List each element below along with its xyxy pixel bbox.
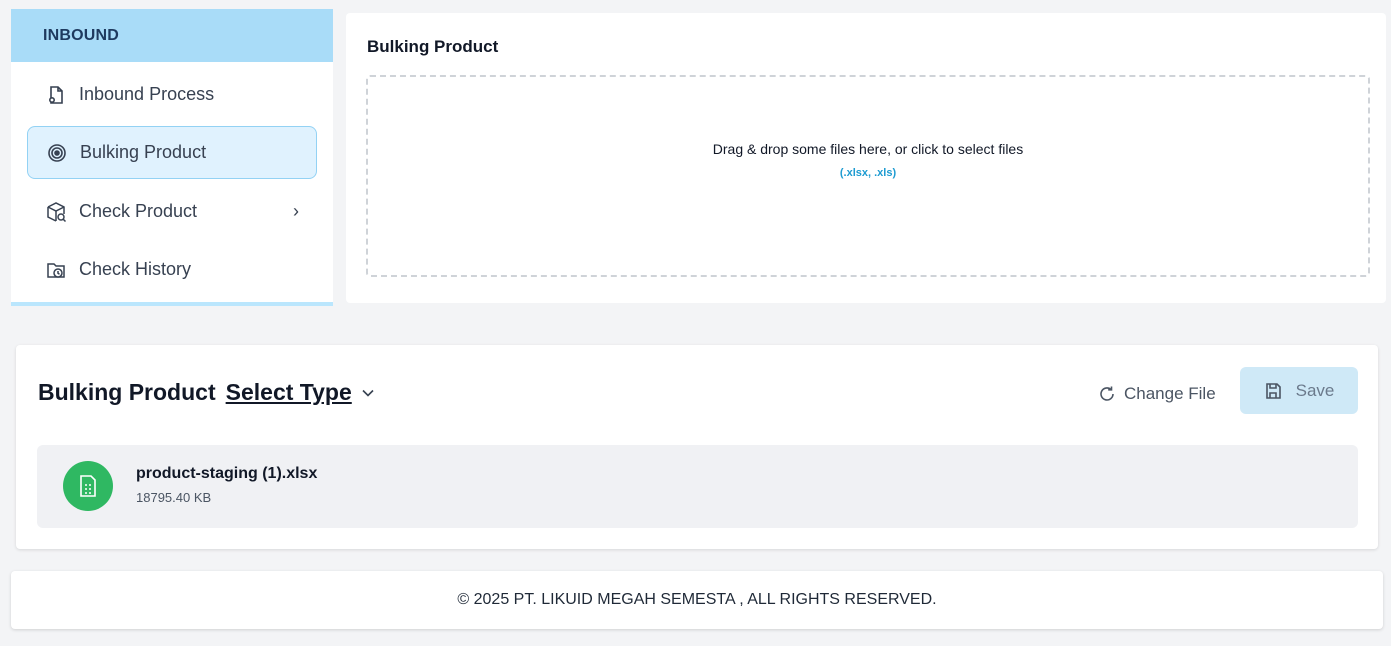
- sidebar-item-label: Check History: [79, 259, 192, 279]
- floppy-disk-icon: [1264, 382, 1282, 400]
- sidebar-item-check-history[interactable]: Check History: [27, 243, 317, 296]
- dropzone-instructions: Drag & drop some files here, or click to…: [712, 141, 1024, 157]
- refresh-icon: [1098, 385, 1116, 403]
- sidebar-header: INBOUND: [11, 9, 333, 62]
- save-button[interactable]: Save: [1240, 367, 1358, 414]
- footer: © 2025 PT. LIKUID MEGAH SEMESTA , ALL RI…: [11, 571, 1383, 629]
- chevron-down-icon: [362, 384, 374, 401]
- save-label: Save: [1295, 380, 1335, 400]
- file-panel: Bulking Product Select Type Change File: [16, 345, 1378, 549]
- upload-card: Bulking Product Drag & drop some files h…: [346, 13, 1386, 303]
- file-panel-title: Bulking Product Select Type: [38, 379, 374, 406]
- sidebar-item-check-product[interactable]: Check Product ›: [27, 185, 317, 238]
- sidebar-item-bulking-product[interactable]: Bulking Product: [27, 126, 317, 179]
- sidebar-item-label: Check Product: [79, 201, 198, 221]
- target-icon: [46, 142, 68, 164]
- chevron-right-icon: ›: [293, 201, 299, 221]
- file-dropzone[interactable]: Drag & drop some files here, or click to…: [366, 75, 1370, 277]
- sidebar-item-label: Inbound Process: [79, 84, 215, 104]
- change-file-button[interactable]: Change File: [1098, 379, 1216, 409]
- folder-clock-icon: [45, 259, 67, 281]
- upload-card-title: Bulking Product: [367, 37, 499, 56]
- change-file-label: Change File: [1124, 384, 1216, 403]
- select-type-dropdown[interactable]: Select Type: [226, 379, 374, 406]
- sidebar-item-label: Bulking Product: [80, 142, 207, 162]
- sidebar-menu: INBOUND Inbound Process Bulking Product: [11, 9, 333, 306]
- package-search-icon: [45, 201, 67, 223]
- sidebar-item-inbound-process[interactable]: Inbound Process: [27, 68, 317, 121]
- page: INBOUND Inbound Process Bulking Product: [0, 0, 1391, 646]
- copyright-text: © 2025 PT. LIKUID MEGAH SEMESTA , ALL RI…: [457, 591, 937, 608]
- accepted-file-types: (.xlsx, .xls): [839, 167, 897, 179]
- file-size: 18795.40 KB: [136, 490, 212, 505]
- file-name: product-staging (1).xlsx: [136, 465, 318, 482]
- spreadsheet-file-icon: [63, 461, 113, 511]
- document-icon: [45, 84, 67, 106]
- file-panel-title-text: Bulking Product: [38, 379, 216, 405]
- select-type-label: Select Type: [225, 379, 352, 405]
- uploaded-file-item: product-staging (1).xlsx 18795.40 KB: [37, 445, 1358, 528]
